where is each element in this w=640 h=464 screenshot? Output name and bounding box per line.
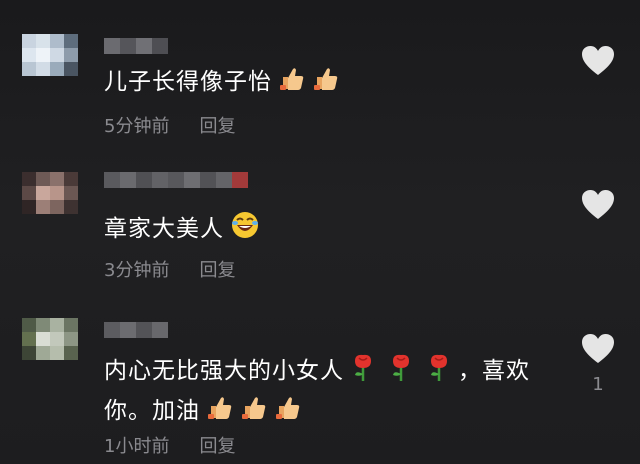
laughing-face-icon xyxy=(230,210,260,251)
comment-item: 内心无比强大的小女人 ，喜欢 你。加油 1小时前 回复 1 xyxy=(0,300,640,464)
comment-item: 章家大美人 3分钟前 回复 xyxy=(0,150,640,300)
comment-meta: 1小时前 回复 xyxy=(104,432,235,458)
username-redacted[interactable] xyxy=(104,322,168,338)
comment-time: 3分钟前 xyxy=(104,260,170,281)
rose-icon xyxy=(350,352,376,393)
reply-button[interactable]: 回复 xyxy=(199,116,235,137)
thumbs-up-icon xyxy=(206,394,234,433)
avatar[interactable] xyxy=(22,318,90,374)
heart-icon xyxy=(581,334,615,368)
like-button[interactable]: 1 xyxy=(578,334,618,395)
comment-text-line: 你。加油 xyxy=(104,398,200,424)
thumbs-up-icon xyxy=(312,65,340,104)
like-button[interactable] xyxy=(578,46,618,86)
comment-text: 儿子长得像子怡 xyxy=(104,64,564,104)
like-button[interactable] xyxy=(578,190,618,230)
thumbs-up-icon xyxy=(274,394,302,433)
thumbs-up-icon xyxy=(278,65,306,104)
avatar[interactable] xyxy=(22,172,90,228)
heart-icon xyxy=(581,190,615,224)
comment-text-line: 内心无比强大的小女人 xyxy=(104,358,344,384)
rose-icon xyxy=(388,352,414,393)
comment-meta: 3分钟前 回复 xyxy=(104,256,235,282)
avatar[interactable] xyxy=(22,34,90,90)
comment-text-line: ，喜欢 xyxy=(458,358,530,384)
comment-item: 儿子长得像子怡 5分钟前 回复 xyxy=(0,0,640,150)
like-count: 1 xyxy=(592,374,604,395)
rose-icon xyxy=(426,352,452,393)
comment-time: 1小时前 xyxy=(104,436,170,457)
comment-text: 内心无比强大的小女人 ，喜欢 你。加油 xyxy=(104,352,564,433)
reply-button[interactable]: 回复 xyxy=(199,436,235,457)
comment-meta: 5分钟前 回复 xyxy=(104,112,235,138)
comment-text-line: 儿子长得像子怡 xyxy=(104,69,272,95)
heart-icon xyxy=(581,46,615,80)
comment-text-line: 章家大美人 xyxy=(104,216,224,242)
username-redacted[interactable] xyxy=(104,38,184,54)
reply-button[interactable]: 回复 xyxy=(199,260,235,281)
username-redacted[interactable] xyxy=(104,172,248,188)
thumbs-up-icon xyxy=(240,394,268,433)
comment-text: 章家大美人 xyxy=(104,210,564,251)
comment-list: 儿子长得像子怡 5分钟前 回复 章家大美人 3分钟前 回复 内心无比强大的小女人… xyxy=(0,0,640,464)
comment-time: 5分钟前 xyxy=(104,116,170,137)
